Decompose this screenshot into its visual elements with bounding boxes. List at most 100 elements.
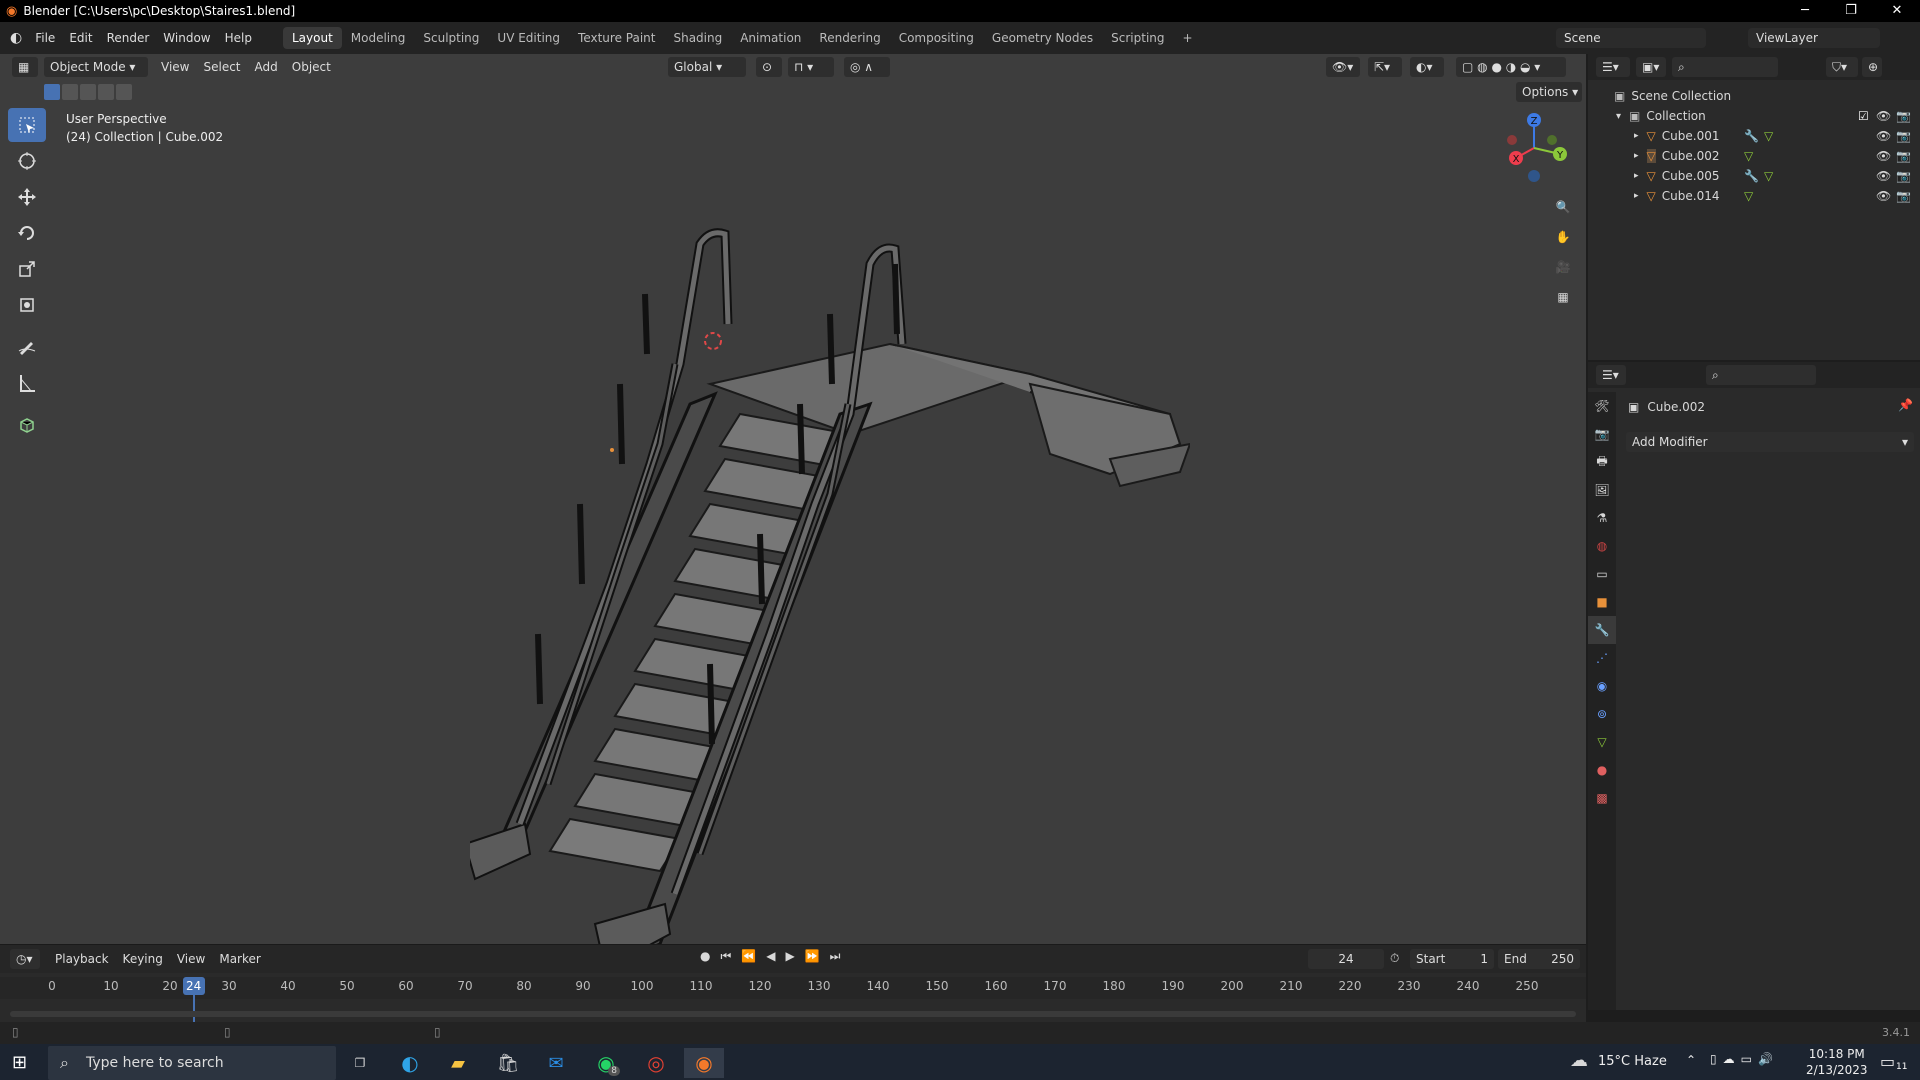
visibility-eye-icon[interactable]: 👁 xyxy=(1876,169,1891,183)
playhead-frame-indicator[interactable]: 24 xyxy=(182,977,205,995)
tab-sculpting[interactable]: Sculpting xyxy=(414,27,488,49)
shading-buttons[interactable]: ▢ ◍ ● ◑ ◒ ▾ xyxy=(1456,57,1566,77)
modifier-wrench-icon[interactable]: 🔧 xyxy=(1744,169,1759,183)
tab-compositing[interactable]: Compositing xyxy=(890,27,983,49)
next-keyframe-button[interactable]: ⏩ xyxy=(805,949,820,964)
scene-selector[interactable]: Scene xyxy=(1556,28,1706,48)
visibility-eye-icon[interactable]: 👁 xyxy=(1876,149,1891,163)
expand-arrow-icon[interactable]: ▸ xyxy=(1634,171,1639,181)
annotate-tool[interactable] xyxy=(8,330,46,364)
menu-file[interactable]: File xyxy=(28,31,62,45)
record-button[interactable]: ● xyxy=(700,949,710,964)
modifier-wrench-icon[interactable]: 🔧 xyxy=(1744,129,1759,143)
collection-tab[interactable]: ▭ xyxy=(1588,560,1616,588)
object-tab[interactable]: ■ xyxy=(1588,588,1616,616)
mesh-data-icon[interactable]: ▽ xyxy=(1744,189,1753,203)
viewport-menu-select[interactable]: Select xyxy=(196,60,247,74)
collection-row[interactable]: ▾ ▣ Collection ☑ 👁 📷 xyxy=(1588,106,1920,126)
end-frame-field[interactable]: End 250 xyxy=(1498,949,1580,969)
physics-tab[interactable]: ◉ xyxy=(1588,672,1616,700)
neg-z-handle[interactable] xyxy=(1528,170,1540,182)
display-mode-button[interactable]: ▣▾ xyxy=(1636,57,1666,77)
tool-tab[interactable]: 🛠 xyxy=(1588,392,1616,420)
cursor-tool[interactable] xyxy=(8,144,46,178)
visibility-button[interactable]: 👁▾ xyxy=(1326,57,1360,77)
object-mode-dropdown[interactable]: Object Mode ▾ xyxy=(44,57,148,77)
expand-arrow-icon[interactable]: ▸ xyxy=(1634,131,1639,141)
data-tab[interactable]: ▽ xyxy=(1588,728,1616,756)
notification-icon[interactable]: ▭ xyxy=(1880,1052,1895,1071)
outliner-item-cube-002[interactable]: ▸ ▽ Cube.002 ▽ 👁 📷 xyxy=(1588,146,1920,166)
gizmo-toggle-button[interactable]: ⇱▾ xyxy=(1368,57,1402,77)
task-view-button[interactable]: ❐ xyxy=(340,1048,380,1078)
play-button[interactable]: ▶ xyxy=(785,949,794,964)
neg-x-handle[interactable] xyxy=(1507,135,1517,145)
render-camera-icon[interactable]: 📷 xyxy=(1896,169,1911,183)
output-tab[interactable]: 🖶 xyxy=(1588,448,1616,476)
render-tab[interactable]: 📷 xyxy=(1588,420,1616,448)
editor-type-button[interactable]: ▦ xyxy=(12,57,38,77)
scene-tab[interactable]: ⚗ xyxy=(1588,504,1616,532)
proportional-edit-button[interactable]: ◎ ∧ xyxy=(844,57,890,77)
file-explorer-button[interactable]: ▰ xyxy=(438,1048,478,1078)
mail-button[interactable]: ✉ xyxy=(536,1048,576,1078)
timeline-editor-type-button[interactable]: ◷▾ xyxy=(10,949,40,969)
constraints-tab[interactable]: ⊚ xyxy=(1588,700,1616,728)
viewlayer-selector[interactable]: ViewLayer xyxy=(1748,28,1880,48)
taskbar-search-input[interactable]: ⌕ Type here to search xyxy=(48,1046,336,1080)
world-tab[interactable]: ◍ xyxy=(1588,532,1616,560)
restore-button[interactable]: ❐ xyxy=(1828,0,1874,22)
staircase-model[interactable] xyxy=(470,204,1190,964)
snap-button[interactable]: ⊓ ▾ xyxy=(788,57,834,77)
properties-editor-type-button[interactable]: ☰▾ xyxy=(1596,365,1626,385)
viewport-menu-add[interactable]: Add xyxy=(248,60,285,74)
render-camera-icon[interactable]: 📷 xyxy=(1896,129,1911,143)
store-button[interactable]: 🛍 xyxy=(488,1048,528,1078)
render-camera-icon[interactable]: 📷 xyxy=(1896,189,1911,203)
tab-scripting[interactable]: Scripting xyxy=(1102,27,1173,49)
menu-help[interactable]: Help xyxy=(218,31,259,45)
tab-uv-editing[interactable]: UV Editing xyxy=(488,27,569,49)
render-camera-icon[interactable]: 📷 xyxy=(1896,149,1911,163)
start-frame-field[interactable]: Start 1 xyxy=(1410,949,1494,969)
whatsapp-button[interactable]: ◉ 8 xyxy=(586,1048,626,1078)
particles-tab[interactable]: ⋰ xyxy=(1588,644,1616,672)
timeline-menu-view[interactable]: View xyxy=(170,952,212,966)
clock[interactable]: 10:18 PM 2/13/2023 xyxy=(1806,1046,1868,1078)
current-frame-field[interactable]: 24 xyxy=(1308,949,1384,969)
tab-modeling[interactable]: Modeling xyxy=(342,27,415,49)
prev-keyframe-button[interactable]: ⏪ xyxy=(741,949,756,964)
blender-menu-icon[interactable]: ◐ xyxy=(10,30,22,46)
new-collection-button[interactable]: ⊕ xyxy=(1862,57,1882,77)
tab-layout[interactable]: Layout xyxy=(282,27,342,49)
scene-collection-row[interactable]: ▣ Scene Collection xyxy=(1588,86,1920,106)
edge-button[interactable]: ◐ xyxy=(390,1048,430,1078)
rotate-tool[interactable] xyxy=(8,216,46,250)
outliner-editor-type-button[interactable]: ☰▾ xyxy=(1596,57,1630,77)
tab-shading[interactable]: Shading xyxy=(664,27,731,49)
filter-button[interactable]: ⛉▾ xyxy=(1826,57,1858,77)
add-workspace-button[interactable]: + xyxy=(1174,27,1202,49)
view-layer-tab[interactable]: 🖼 xyxy=(1588,476,1616,504)
material-tab[interactable]: ● xyxy=(1588,756,1616,784)
outliner-item-cube-005[interactable]: ▸ ▽ Cube.005 🔧 ▽ 👁 📷 xyxy=(1588,166,1920,186)
jump-end-button[interactable]: ⏭ xyxy=(830,949,841,964)
texture-tab[interactable]: ▩ xyxy=(1588,784,1616,812)
stopwatch-icon[interactable]: ⏱ xyxy=(1390,951,1399,966)
overlay-button[interactable]: ◐▾ xyxy=(1410,57,1444,77)
properties-search-input[interactable]: ⌕ xyxy=(1706,365,1816,385)
tab-texture-paint[interactable]: Texture Paint xyxy=(569,27,664,49)
pan-button[interactable]: ✋ xyxy=(1550,224,1576,250)
tray-chevron-icon[interactable]: ⌃ xyxy=(1686,1053,1696,1067)
transform-orientation-dropdown[interactable]: Global ▾ xyxy=(668,57,746,77)
viewport-menu-object[interactable]: Object xyxy=(285,60,338,74)
jump-start-button[interactable]: ⏮ xyxy=(720,949,731,964)
transform-tool[interactable] xyxy=(8,288,46,322)
visibility-eye-icon[interactable]: 👁 xyxy=(1876,189,1891,203)
expand-arrow-icon[interactable]: ▸ xyxy=(1634,191,1639,201)
windows-start-icon[interactable]: ⊞ xyxy=(12,1052,27,1073)
zoom-button[interactable]: 🔍 xyxy=(1550,194,1576,220)
tab-rendering[interactable]: Rendering xyxy=(810,27,889,49)
mesh-data-icon[interactable]: ▽ xyxy=(1764,129,1773,143)
modifier-tab[interactable]: 🔧 xyxy=(1588,616,1616,644)
